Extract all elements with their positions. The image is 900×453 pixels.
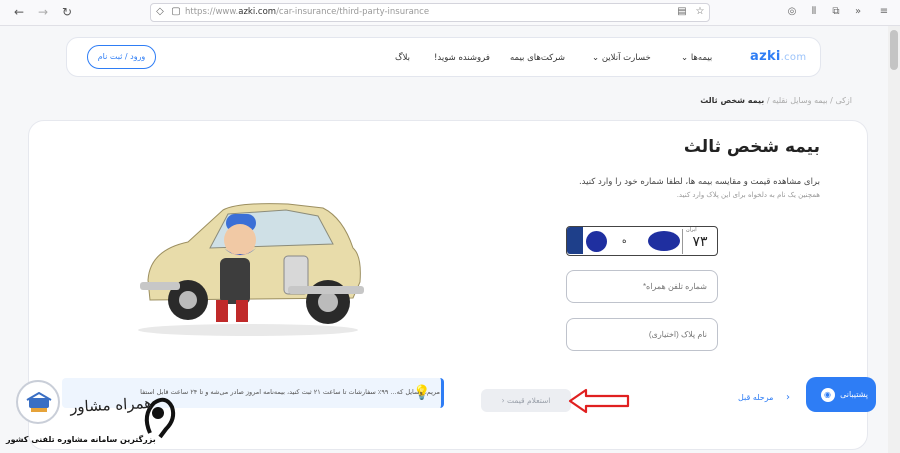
url-path: /car-insurance/third-party-insurance [276, 7, 430, 17]
nav-insurances[interactable]: بیمه‌ها ⌄ [681, 53, 712, 63]
previous-step-label: مرحله قبل [738, 393, 774, 402]
plate-iran-label: ایران [686, 227, 697, 233]
watermark-tagline: بزرگترین سامانه مشاوره تلفنی کشور [6, 435, 156, 444]
logo-suffix: .com [780, 52, 807, 63]
nav-insurance-companies[interactable]: شرکت‌های بیمه [510, 53, 565, 63]
extensions-icon[interactable]: ⧉ [830, 6, 842, 18]
breadcrumb-current: بیمه شخص ثالث [700, 96, 765, 105]
nav-label: شرکت‌های بیمه [510, 53, 566, 63]
page-description: برای مشاهده قیمت و مقایسه بیمه ها، لطفا … [578, 177, 820, 187]
star-icon[interactable]: ☆ [694, 6, 706, 18]
scrollbar-thumb[interactable] [890, 30, 898, 70]
red-arrow-annotation [568, 388, 630, 414]
price-inquiry-label: استعلام قیمت [507, 396, 551, 405]
plate-flag-strip [567, 227, 583, 254]
breadcrumb-separator: / [827, 96, 833, 105]
support-label: پشتیبانی [840, 390, 868, 399]
chevron-right-icon[interactable]: › [786, 392, 790, 403]
plate-digits-redacted[interactable] [586, 231, 607, 252]
overflow-icon[interactable]: » [852, 6, 864, 18]
url-prefix: https://www. [185, 7, 239, 17]
breadcrumb: ازکی / بیمه وسایل نقلیه / بیمه شخص ثالث [700, 96, 852, 105]
nav-label: فروشنده شوید! [434, 53, 490, 63]
support-button[interactable]: پشتیبانی ◉ [806, 377, 876, 412]
page-sub-description: همچنین یک نام به دلخواه برای این پلاک وا… [676, 191, 820, 199]
chevron-left-icon: ‹ [501, 396, 505, 405]
pocket-icon[interactable]: ◎ [786, 6, 798, 18]
shield-icon[interactable]: ◇ [154, 6, 166, 18]
lock-icon[interactable]: ▢ [170, 6, 182, 18]
breadcrumb-separator: / [764, 96, 770, 105]
notice-prefix: مریم، وسایل که... [390, 388, 440, 396]
logo-text: azki [750, 49, 781, 64]
page-title: بیمه شخص ثالث [683, 137, 820, 157]
url-domain: azki.com [238, 7, 277, 17]
plate-separator [682, 229, 683, 254]
site-logo[interactable]: azki.com [750, 49, 806, 64]
chevron-down-icon: ⌄ [592, 53, 600, 63]
plate-digits-redacted[interactable] [648, 231, 680, 251]
reload-icon[interactable]: ↻ [60, 5, 74, 19]
nav-label: بلاگ [395, 53, 411, 63]
library-icon[interactable]: ⫴ [808, 6, 820, 18]
breadcrumb-home[interactable]: ازکی [835, 96, 852, 105]
menu-icon[interactable]: ≡ [878, 6, 890, 18]
reader-icon[interactable]: ▤ [676, 6, 688, 18]
nav-blog[interactable]: بلاگ [395, 53, 410, 63]
phone-number-field[interactable] [566, 270, 718, 303]
scrollbar[interactable] [888, 26, 900, 453]
chevron-down-icon: ⌄ [681, 53, 689, 63]
notice-text: مریم، وسایل که... ۹۹٪ سفارشات تا ساعت ۲۱… [140, 388, 440, 396]
back-icon[interactable]: ← [12, 5, 26, 19]
plate-region-code[interactable]: ۷۳ [684, 234, 716, 250]
nav-become-seller[interactable]: فروشنده شوید! [434, 53, 490, 63]
previous-step-link[interactable]: مرحله قبل [738, 393, 773, 402]
price-inquiry-button[interactable]: استعلام قیمت ‹ [481, 389, 571, 412]
login-button[interactable]: ورود / ثبت نام [87, 45, 156, 69]
forward-icon[interactable]: → [36, 5, 50, 19]
url-bar[interactable]: https://www.azki.com/car-insurance/third… [150, 3, 710, 22]
car-mascot-illustration [138, 203, 364, 336]
nav-online-claims[interactable]: خسارت آنلاین ⌄ [592, 53, 651, 63]
plate-name-field[interactable] [566, 318, 718, 351]
breadcrumb-section[interactable]: بیمه وسایل نقلیه [772, 96, 828, 105]
headset-icon: ◉ [820, 387, 835, 402]
watermark-house-icon [26, 392, 52, 412]
plate-letter[interactable]: ه [622, 236, 627, 246]
nav-label: بیمه‌ها [690, 53, 713, 63]
nav-label: خسارت آنلاین [601, 53, 651, 63]
